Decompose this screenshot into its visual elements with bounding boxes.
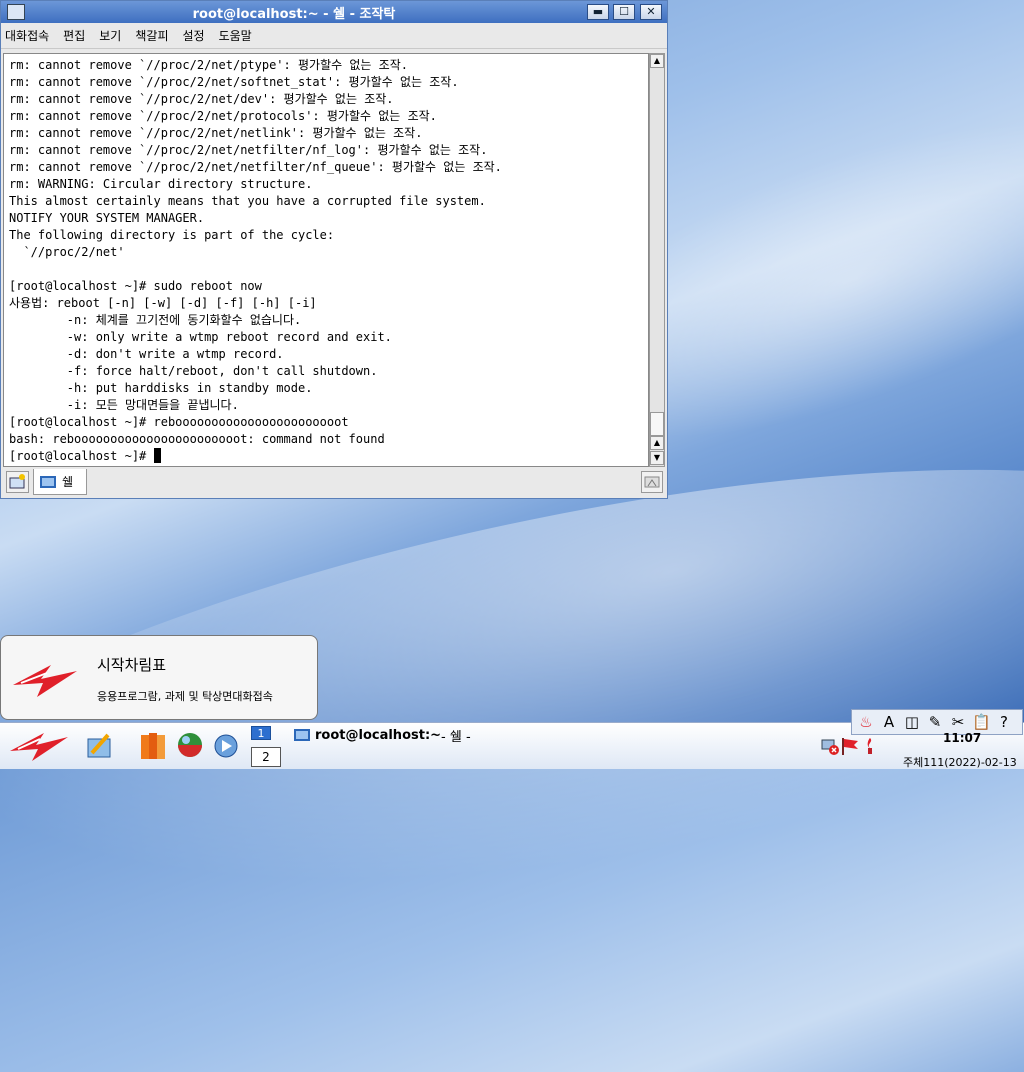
maximize-button[interactable]: ☐ bbox=[613, 4, 635, 20]
terminal-line: -f: force halt/reboot, don't call shutdo… bbox=[9, 364, 378, 378]
browser-launcher-icon[interactable] bbox=[175, 729, 205, 761]
terminal-line: `//proc/2/net' bbox=[9, 245, 125, 259]
status-icons bbox=[820, 736, 880, 756]
terminal-line: 사용법: reboot [-n] [-w] [-d] [-f] [-h] [-i… bbox=[9, 296, 317, 310]
terminal-line: -n: 체계를 끄기전에 동기화할수 없습니다. bbox=[9, 313, 302, 327]
start-menu-tooltip: 시작차림표 응용프로그람, 과제 및 탁상면대화접속 bbox=[0, 635, 318, 720]
terminal-line: -i: 모든 망대면들을 끝냅니다. bbox=[9, 398, 239, 412]
taskbar-terminal-item[interactable]: root@localhost:~ - 쉘 - bbox=[294, 726, 471, 745]
terminal-line: -w: only write a wtmp reboot record and … bbox=[9, 330, 392, 344]
clipboard-icon[interactable]: 📋 bbox=[972, 713, 991, 731]
popup-subtitle: 응용프로그람, 과제 및 탁상면대화접속 bbox=[97, 690, 273, 703]
monitor-icon bbox=[294, 729, 310, 741]
columns-icon[interactable]: ◫ bbox=[903, 713, 921, 731]
menu-view[interactable]: 보기 bbox=[99, 27, 121, 44]
system-tray-panel: ♨ A ◫ ✎ ✂ 📋? bbox=[851, 709, 1023, 735]
editor-launcher-icon[interactable] bbox=[84, 729, 114, 761]
terminal-line: This almost certainly means that you hav… bbox=[9, 194, 486, 208]
file-manager-launcher-icon[interactable] bbox=[138, 729, 168, 761]
new-tab-icon bbox=[9, 474, 25, 489]
terminal-line: rm: WARNING: Circular directory structur… bbox=[9, 177, 313, 191]
terminal-line: rm: cannot remove `//proc/2/net/dev': 평가… bbox=[9, 92, 394, 106]
close-tab-icon bbox=[644, 476, 660, 488]
terminal-output[interactable]: rm: cannot remove `//proc/2/net/ptype': … bbox=[3, 53, 649, 467]
terminal-line: rm: cannot remove `//proc/2/net/netlink'… bbox=[9, 126, 423, 140]
tools-icon[interactable]: ✂ bbox=[949, 713, 967, 731]
text-cursor bbox=[153, 448, 161, 463]
terminal-line: rm: cannot remove `//proc/2/net/protocol… bbox=[9, 109, 437, 123]
terminal-line: rm: cannot remove `//proc/2/net/softnet_… bbox=[9, 75, 459, 89]
new-tab-button[interactable] bbox=[6, 471, 29, 493]
terminal-line: -h: put harddisks in standby mode. bbox=[9, 381, 313, 395]
notes-icon[interactable]: ✎ bbox=[926, 713, 944, 731]
menu-edit[interactable]: 편집 bbox=[63, 27, 85, 44]
terminal-line: rm: cannot remove `//proc/2/net/netfilte… bbox=[9, 160, 502, 174]
flag-icon[interactable] bbox=[840, 736, 860, 756]
terminal-text[interactable]: rm: cannot remove `//proc/2/net/ptype': … bbox=[4, 54, 648, 465]
menu-bar: 대화접속 편집 보기 책갈피 설정 도움말 bbox=[1, 23, 667, 49]
scrollbar[interactable]: ▲ ▲ ▼ bbox=[649, 53, 665, 467]
red-star-logo-icon bbox=[13, 665, 77, 697]
terminal-line: [root@localhost ~]# rebooooooooooooooooo… bbox=[9, 415, 349, 429]
close-button[interactable]: ✕ bbox=[640, 4, 662, 20]
menu-session[interactable]: 대화접속 bbox=[5, 27, 49, 44]
terminal-prompt-line[interactable]: [root@localhost ~]# bbox=[9, 448, 648, 465]
close-tab-button[interactable] bbox=[641, 471, 663, 493]
task-title: root@localhost:~ bbox=[315, 727, 442, 743]
title-bar[interactable]: root@localhost:~ - 쉘 - 조작탁 ▬ ☐ ✕ bbox=[1, 1, 667, 23]
minimize-button[interactable]: ▬ bbox=[587, 4, 609, 20]
flame-icon[interactable]: ♨ bbox=[857, 713, 875, 731]
terminal-line: bash: rebooooooooooooooooooooooot: comma… bbox=[9, 432, 385, 446]
monitor-icon bbox=[40, 475, 56, 488]
terminal-line: The following directory is part of the c… bbox=[9, 228, 335, 242]
terminal-window: root@localhost:~ - 쉘 - 조작탁 ▬ ☐ ✕ 대화접속 편집… bbox=[0, 0, 668, 499]
tab-label: 쉘 bbox=[62, 475, 74, 489]
scroll-up-icon[interactable]: ▲ bbox=[650, 54, 664, 68]
terminal-line: [root@localhost ~]# sudo reboot now bbox=[9, 279, 262, 293]
popup-title: 시작차림표 bbox=[97, 656, 167, 674]
menu-settings[interactable]: 설정 bbox=[182, 27, 204, 44]
media-player-launcher-icon[interactable] bbox=[211, 729, 241, 761]
menu-bookmarks[interactable]: 책갈피 bbox=[135, 27, 168, 44]
tab-shell[interactable]: 쉘 bbox=[33, 469, 87, 495]
start-menu-button[interactable] bbox=[8, 727, 70, 765]
font-icon[interactable]: A bbox=[880, 713, 898, 731]
terminal-line: rm: cannot remove `//proc/2/net/ptype': … bbox=[9, 58, 408, 72]
menu-help[interactable]: 도움말 bbox=[219, 27, 252, 44]
task-title-rest: - 쉘 - bbox=[441, 729, 471, 745]
taskbar: 1 2 root@localhost:~ - 쉘 - ♨ A ◫ ✎ ✂ 📋? 11:07… bbox=[0, 709, 1024, 769]
scroll-thumb[interactable] bbox=[650, 412, 664, 436]
scroll-up-lower-icon[interactable]: ▲ bbox=[650, 436, 664, 450]
terminal-line: -d: don't write a wtmp record. bbox=[9, 347, 284, 361]
workspace-1[interactable]: 1 bbox=[251, 726, 271, 740]
terminal-line: rm: cannot remove `//proc/2/net/netfilte… bbox=[9, 143, 488, 157]
terminal-line: NOTIFY YOUR SYSTEM MANAGER. bbox=[9, 211, 205, 225]
tab-bar: 쉘 bbox=[1, 468, 667, 498]
clock-time[interactable]: 11:07 bbox=[943, 731, 981, 745]
terminal-prompt: [root@localhost ~]# bbox=[9, 449, 154, 463]
torch-icon[interactable] bbox=[860, 736, 880, 756]
window-title: root@localhost:~ - 쉘 - 조작탁 bbox=[192, 6, 396, 22]
workspace-2[interactable]: 2 bbox=[251, 747, 281, 767]
network-disconnected-icon[interactable] bbox=[820, 736, 840, 756]
help-icon[interactable]: ? bbox=[995, 713, 1013, 731]
scroll-down-icon[interactable]: ▼ bbox=[650, 451, 664, 465]
